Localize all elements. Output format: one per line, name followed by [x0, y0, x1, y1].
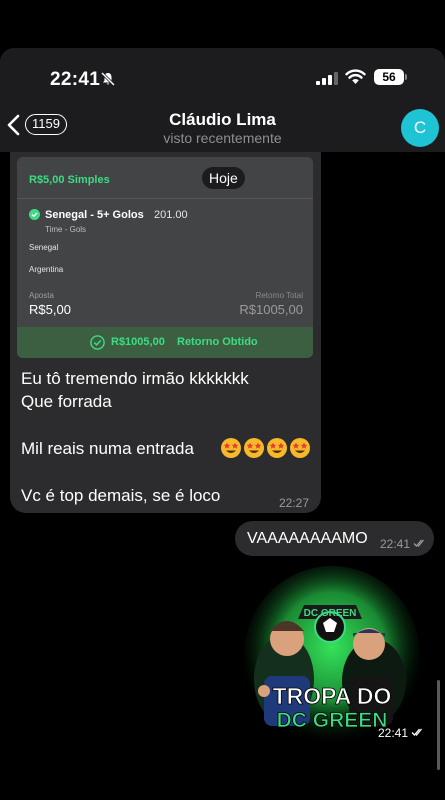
- return-value: R$1005,00: [239, 302, 303, 317]
- message-time: 22:27: [279, 496, 310, 510]
- scroll-indicator[interactable]: [437, 680, 440, 770]
- return-label: Retorno Total: [255, 291, 303, 300]
- chat-header: 22:41 56 1159 Cláudio Lima visto recente…: [0, 48, 445, 152]
- message-line: Eu tô tremendo irmão kkkkkkk: [21, 369, 249, 388]
- sticker-line-1: TROPA DO: [273, 683, 392, 709]
- stake-label: Aposta: [29, 291, 54, 300]
- bet-odd: 201.00: [154, 209, 188, 221]
- contact-name[interactable]: Cláudio Lima: [0, 110, 445, 130]
- contact-avatar[interactable]: C: [401, 109, 439, 147]
- message-line: Mil reais numa entrada: [21, 439, 194, 458]
- status-time: 22:41: [50, 69, 101, 90]
- stake-value: R$5,00: [29, 302, 71, 317]
- incoming-message-bubble[interactable]: R$5,00 Simples Senegal - 5+ Golos 201.00…: [10, 152, 321, 513]
- bell-muted-icon: [100, 71, 116, 87]
- result-bar: R$1005,00 Retorno Obtido: [17, 327, 313, 358]
- bet-selection: Senegal - 5+ Golos: [45, 209, 144, 221]
- top-letterbox: [0, 0, 445, 48]
- outgoing-message-text: VAAAAAAAAMO: [247, 530, 368, 547]
- phone-screen: 22:41 56 1159 Cláudio Lima visto recente…: [0, 48, 445, 800]
- team-away: Argentina: [29, 265, 64, 274]
- star-struck-emoji-icon: [221, 438, 241, 458]
- wifi-icon: [345, 69, 366, 84]
- team-home: Senegal: [29, 243, 59, 252]
- star-struck-emoji-icon: [290, 438, 310, 458]
- bet-title: R$5,00 Simples: [29, 174, 110, 186]
- double-check-icon: [411, 728, 422, 736]
- message-line: Que forrada: [21, 392, 112, 411]
- sticker-line-2: DC GREEN: [277, 709, 388, 732]
- result-amount: R$1005,00: [111, 336, 165, 348]
- star-struck-emoji-icon: [267, 438, 287, 458]
- bet-slip-image[interactable]: R$5,00 Simples Senegal - 5+ Golos 201.00…: [17, 157, 313, 358]
- star-struck-emoji-icon: [244, 438, 264, 458]
- battery-indicator: 56: [374, 69, 404, 85]
- dc-green-sticker[interactable]: DC GREEN TROPA DO DC GREEN: [244, 561, 420, 743]
- double-check-icon: [413, 539, 424, 547]
- message-time: 22:41: [380, 537, 411, 551]
- sticker-time: 22:41: [378, 726, 409, 740]
- bet-market: Time - Gols: [45, 225, 87, 234]
- message-line: Vc é top demais, se é loco: [21, 486, 221, 505]
- card-divider: [17, 198, 313, 199]
- cellular-signal-icon: [316, 72, 338, 85]
- check-circle-outline-icon: [90, 335, 105, 350]
- check-circle-icon: [29, 209, 40, 220]
- contact-last-seen: visto recentemente: [163, 130, 282, 146]
- outgoing-message-bubble[interactable]: VAAAAAAAAMO 22:41: [235, 521, 434, 556]
- battery-tip: [405, 74, 407, 80]
- result-label: Retorno Obtido: [177, 336, 258, 348]
- sticker-badge-text: DC GREEN: [304, 608, 357, 619]
- date-chip: Hoje: [202, 167, 245, 189]
